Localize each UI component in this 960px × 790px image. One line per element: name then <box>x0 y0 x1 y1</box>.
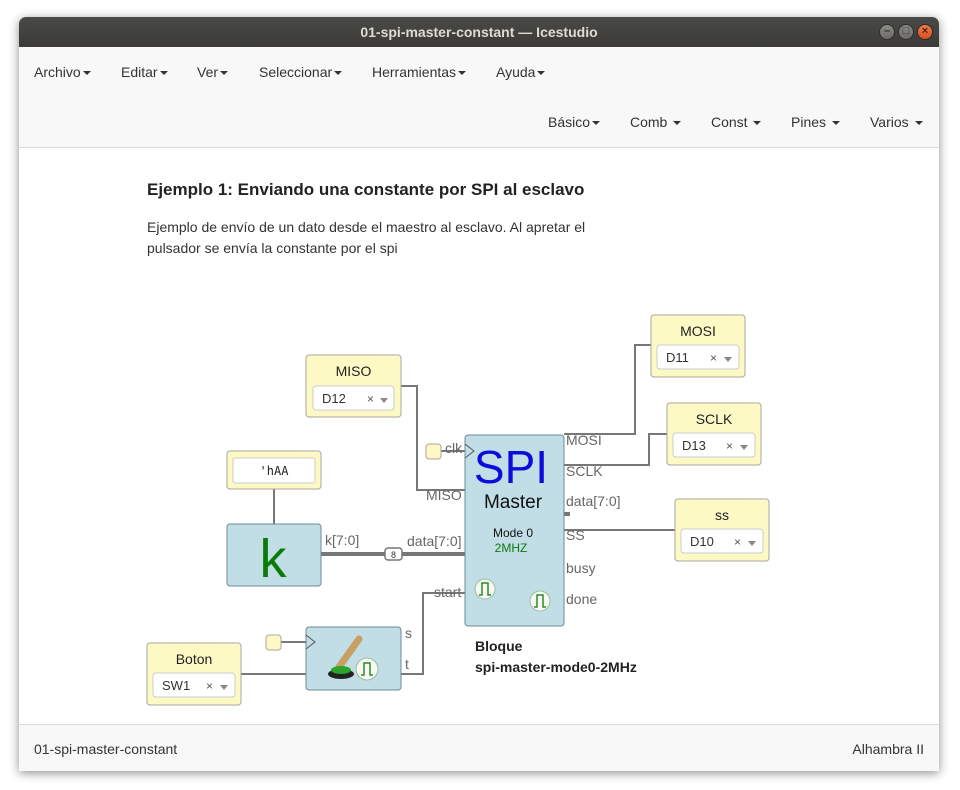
pin-select-value: D13 <box>682 438 706 453</box>
pin-select-value: D12 <box>322 391 346 406</box>
toolbar: Archivo Editar Ver Seleccionar Herramien… <box>19 47 939 148</box>
spi-caption-line2: spi-master-mode0-2MHz <box>475 659 637 675</box>
port-label-miso: MISO <box>426 487 462 503</box>
menu-seleccionar[interactable]: Seleccionar <box>259 64 343 80</box>
menu-editar[interactable]: Editar <box>121 64 168 80</box>
port-label: k[7:0] <box>325 532 359 548</box>
design-canvas[interactable]: Ejemplo 1: Enviando una constante por SP… <box>19 148 939 724</box>
constant-symbol: k <box>260 529 288 589</box>
clear-icon[interactable]: × <box>206 679 213 693</box>
pin-select-value: D10 <box>690 534 714 549</box>
pin-label: ss <box>715 507 729 523</box>
clear-icon[interactable]: × <box>734 535 741 549</box>
port-label-start: start <box>434 584 461 600</box>
circuit-diagram: 8 MISO D12 × MOSI D11 × SCLK D13 × ss D1… <box>146 314 770 706</box>
pin-select-value: D11 <box>666 350 689 365</box>
app-window: 01-spi-master-constant — Icestudio – □ ×… <box>19 17 939 771</box>
title-bar: 01-spi-master-constant — Icestudio – □ × <box>19 17 939 47</box>
menu-ver[interactable]: Ver <box>197 64 229 80</box>
pin-label: SCLK <box>696 411 733 427</box>
maximize-icon[interactable]: □ <box>898 24 914 40</box>
pulse-icon <box>474 578 496 600</box>
clock-input-block[interactable] <box>265 634 282 651</box>
output-pin-ss[interactable]: ss D10 × <box>674 498 770 562</box>
port-label-done: done <box>566 591 597 607</box>
pin-select-value: SW1 <box>162 678 190 693</box>
port-label-t: t <box>405 656 409 672</box>
input-pin-boton[interactable]: Boton SW1 × <box>146 642 242 706</box>
status-bar: 01-spi-master-constant Alhambra II <box>19 724 939 771</box>
spi-mode: Mode 0 <box>493 526 533 540</box>
pin-label: Boton <box>176 651 213 667</box>
pulse-icon <box>355 657 379 681</box>
port-label-sclk: SCLK <box>566 463 603 479</box>
constant-value-input[interactable]: 'hAA <box>260 464 290 478</box>
output-pin-sclk[interactable]: SCLK D13 × <box>666 402 762 466</box>
bus-width-label: 8 <box>391 550 396 560</box>
window-title: 01-spi-master-constant — Icestudio <box>360 24 598 40</box>
menu-herramientas[interactable]: Herramientas <box>372 64 467 80</box>
menu-ayuda[interactable]: Ayuda <box>496 64 546 80</box>
status-board[interactable]: Alhambra II <box>852 741 924 757</box>
pin-label: MISO <box>336 363 372 379</box>
close-icon[interactable]: × <box>917 24 933 40</box>
output-pin-mosi[interactable]: MOSI D11 × <box>650 314 746 378</box>
spi-subtitle: Master <box>484 492 543 513</box>
port-label-mosi: MOSI <box>566 432 602 448</box>
spi-caption-line1: Bloque <box>475 638 523 654</box>
clock-input-block[interactable] <box>425 443 442 460</box>
button-module-block[interactable] <box>305 626 402 691</box>
pin-label: MOSI <box>680 323 716 339</box>
port-label-clk: clk <box>445 440 463 456</box>
constant-module-block[interactable]: k k[7:0] <box>226 523 359 589</box>
spi-frequency: 2MHZ <box>495 541 528 555</box>
wire-mosi <box>564 344 651 435</box>
constant-param-block[interactable]: 'hAA <box>226 450 322 490</box>
palette-varios[interactable]: Varios <box>870 114 923 130</box>
menu-archivo[interactable]: Archivo <box>34 64 91 80</box>
minimize-icon[interactable]: – <box>879 24 895 40</box>
palette-const[interactable]: Const <box>711 114 762 130</box>
port-label-busy: busy <box>566 560 596 576</box>
pulse-icon <box>529 590 551 612</box>
clear-icon[interactable]: × <box>367 392 374 406</box>
wire-miso <box>401 385 465 491</box>
palette-basico[interactable]: Básico <box>548 114 601 130</box>
palette-pines[interactable]: Pines <box>791 114 840 130</box>
palette-comb[interactable]: Comb <box>630 114 682 130</box>
port-label-data-in: data[7:0] <box>407 533 462 549</box>
status-filename: 01-spi-master-constant <box>34 741 178 757</box>
spi-master-block[interactable]: SPI Master Mode 0 2MHZ <box>464 434 565 627</box>
port-label-ss: SS <box>566 527 585 543</box>
clear-icon[interactable]: × <box>710 351 717 365</box>
port-label-s: s <box>405 625 412 641</box>
port-label-data-out: data[7:0] <box>566 493 621 509</box>
spi-title: SPI <box>474 441 548 493</box>
input-pin-miso[interactable]: MISO D12 × <box>305 354 402 418</box>
clear-icon[interactable]: × <box>726 439 733 453</box>
